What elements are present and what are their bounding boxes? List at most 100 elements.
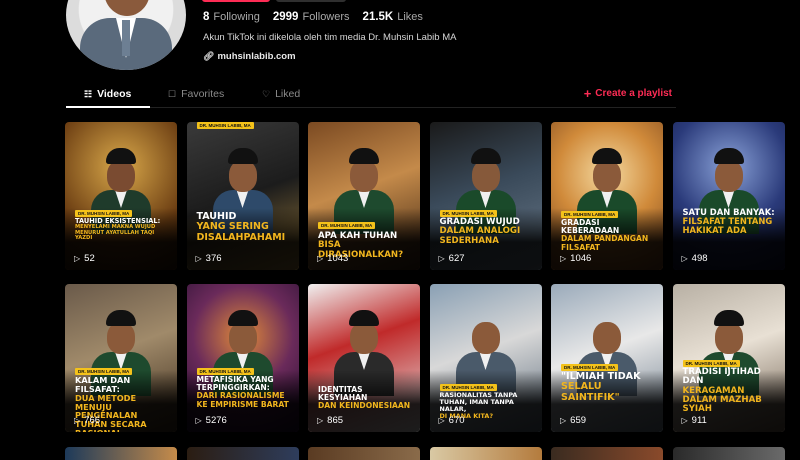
active-tab-underline [66, 106, 150, 108]
video-title-line1: RASIONALITAS TANPA TUHAN, IMAN TANPA NAL… [439, 391, 518, 413]
profile-link[interactable]: 🔗︎ muhsinlabib.com [203, 51, 296, 62]
link-icon: 🔗︎ [203, 51, 215, 61]
presenter-tag: DR. MUHSIN LABIB, MA [561, 364, 619, 371]
followers-stat[interactable]: 2999 Followers [273, 11, 350, 23]
video-title-line2: KERAGAMAN DALAM MAZHAB SYIAH [682, 385, 762, 415]
presenter-cap [106, 310, 136, 326]
followers-count: 2999 [272, 11, 299, 23]
presenter-cap [713, 148, 744, 164]
video-thumb-peek[interactable] [308, 447, 420, 460]
presenter-tag: DR. MUHSIN LABIB, MA [75, 210, 133, 217]
video-title: GRADASI KEBERADAAN DALAM PANDANGAN FILSA… [561, 218, 657, 252]
grid-icon: ☷ [84, 88, 93, 99]
video-title-line2: SELALU SAINTIFIK" [561, 381, 620, 403]
presenter-head [714, 322, 743, 354]
profile-bio: Akun TikTok ini dikelola oleh tim media … [203, 32, 457, 43]
video-card[interactable]: DR. MUHSIN LABIB, MA TAUHID EKSISTENSIAL… [65, 122, 177, 270]
profile-link-text[interactable]: muhsinlabib.com [217, 51, 295, 62]
presenter-head [350, 160, 378, 192]
play-icon: ▷ [560, 254, 567, 263]
video-card[interactable]: DR. MUHSIN LABIB, MA GRADASI KEBERADAAN … [551, 122, 663, 270]
presenter-tag: DR. MUHSIN LABIB, MA [439, 210, 497, 217]
profile-stats: 8 Following 2999 Followers 21.5K Likes [203, 11, 423, 23]
presenter-tag: DR. MUHSIN LABIB, MA [439, 384, 497, 391]
view-count: ▷ 766 [74, 415, 100, 426]
video-title: GRADASI WUJUD DALAM ANALOGI SEDERHANA [440, 217, 536, 246]
profile-avatar[interactable] [66, 0, 186, 70]
video-title: METAFISIKA YANG TERPINGGIRKAN: DARI RASI… [196, 375, 293, 409]
video-title: "ILMIAH TIDAK SELALU SAINTIFIK" [561, 371, 657, 403]
view-count: ▷ 865 [317, 415, 343, 426]
video-card[interactable]: DR. MUHSIN LABIB, MA TRADISI IJTIHAD DAN… [672, 284, 785, 432]
avatar-tie [122, 20, 130, 56]
video-title-line1: METAFISIKA YANG TERPINGGIRKAN: [196, 375, 274, 393]
video-thumb-peek[interactable] [65, 447, 177, 460]
video-title-line1: TRADISI IJTIHAD DAN [682, 367, 761, 387]
view-count-value: 766 [84, 415, 101, 426]
tab-liked[interactable]: ♡ Liked [262, 88, 300, 100]
video-card[interactable]: DR. MUHSIN LABIB, MA METAFISIKA YANG TER… [186, 284, 299, 432]
video-card[interactable]: DR. MUHSIN LABIB, MA APA KAH TUHAN BISA … [308, 122, 420, 270]
presenter-cap [470, 148, 501, 164]
bookmark-icon: ☐ [168, 88, 177, 99]
play-icon: ▷ [195, 416, 202, 425]
video-card[interactable]: DR. MUHSIN LABIB, MA RASIONALITAS TANPA … [429, 284, 542, 432]
follow-button[interactable] [202, 0, 270, 2]
video-title-line1: KALAM DAN FILSAFAT: [75, 375, 131, 394]
presenter-tag: DR. MUHSIN LABIB, MA [196, 122, 254, 129]
play-icon: ▷ [195, 254, 202, 263]
presenter-head [107, 160, 135, 192]
video-title-line1: GRADASI KEBERADAAN [561, 218, 620, 236]
video-thumb-peek[interactable] [429, 447, 542, 460]
presenter-head [228, 322, 257, 354]
presenter-cap [227, 310, 258, 326]
video-card[interactable]: SATU DAN BANYAK: FILSAFAT TENTANG HAKIKA… [672, 122, 785, 270]
view-count: ▷ 911 [682, 415, 707, 426]
video-title: IDENTITAS KESYIAHAN DAN KEINDONESIAAN [318, 385, 414, 411]
video-card[interactable]: DR. MUHSIN LABIB, MA KALAM DAN FILSAFAT:… [65, 284, 177, 432]
video-card[interactable]: IDENTITAS KESYIAHAN DAN KEINDONESIAAN ▷ … [308, 284, 420, 432]
presenter-head [107, 322, 135, 354]
presenter-tag: DR. MUHSIN LABIB, MA [682, 360, 740, 367]
likes-label: Likes [397, 11, 423, 23]
create-playlist-button[interactable]: + Create a playlist [583, 85, 672, 101]
presenter-head [593, 160, 621, 192]
presenter-head [593, 322, 621, 354]
video-title: TAUHID EKSISTENSIAL: MENYELAMI MAKNA WUJ… [75, 217, 171, 242]
play-icon: ▷ [438, 254, 445, 263]
tab-favorites[interactable]: ☐ Favorites [168, 88, 224, 100]
video-card[interactable]: DR. MUHSIN LABIB, MA TAUHID YANG SERING … [186, 122, 299, 270]
video-title-line1: IDENTITAS KESYIAHAN [318, 385, 368, 403]
presenter-tag: DR. MUHSIN LABIB, MA [318, 222, 376, 229]
presenter-head [714, 160, 743, 192]
video-card[interactable]: DR. MUHSIN LABIB, MA "ILMIAH TIDAK SELAL… [551, 284, 663, 432]
presenter-tag: DR. MUHSIN LABIB, MA [75, 368, 133, 375]
view-count-value: 670 [448, 415, 465, 426]
play-icon: ▷ [317, 416, 324, 425]
view-count-value: 627 [448, 253, 465, 264]
video-thumb-peek[interactable] [186, 447, 299, 460]
play-icon: ▷ [317, 254, 324, 263]
video-title: TAUHID YANG SERING DISALAHPAHAMI [197, 211, 293, 243]
view-count-value: 52 [84, 253, 95, 264]
view-count: ▷ 1043 [317, 253, 348, 264]
video-title-line2: DAN KEINDONESIAAN [318, 401, 411, 411]
presenter-head [350, 322, 378, 354]
following-stat[interactable]: 8 Following [203, 11, 260, 23]
video-title-line2: FILSAFAT TENTANG HAKIKAT ADA [682, 216, 773, 236]
tab-videos-label: Videos [97, 88, 132, 100]
presenter-head [471, 322, 500, 354]
play-icon: ▷ [438, 416, 445, 425]
view-count: ▷ 5276 [196, 415, 227, 426]
plus-icon: + [583, 85, 592, 101]
video-thumb-peek[interactable] [672, 447, 785, 460]
message-button[interactable] [276, 0, 346, 2]
video-thumb-peek[interactable] [551, 447, 663, 460]
play-icon: ▷ [681, 254, 688, 263]
video-card[interactable]: DR. MUHSIN LABIB, MA GRADASI WUJUD DALAM… [429, 122, 542, 270]
heart-icon: ♡ [262, 88, 271, 99]
video-title-line2: MENYELAMI MAKNA WUJUD MENURUT AYATULLAH … [75, 224, 156, 242]
tab-videos[interactable]: ☷ Videos [84, 88, 131, 100]
avatar-face [104, 0, 150, 16]
video-title-line2: DALAM PANDANGAN FILSAFAT [561, 234, 649, 252]
